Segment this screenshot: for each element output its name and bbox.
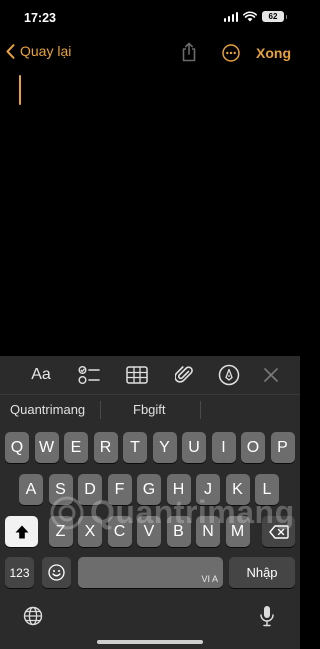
- battery-level: 62: [268, 12, 278, 21]
- back-button-label: Quay lại: [20, 43, 72, 59]
- nav-bar: Quay lại Xong: [0, 36, 300, 70]
- chevron-left-icon: [6, 43, 15, 59]
- close-icon[interactable]: [259, 363, 283, 387]
- suggestion-divider: [200, 401, 201, 419]
- key-u[interactable]: U: [182, 432, 206, 463]
- battery-indicator: 62: [262, 11, 287, 22]
- attachment-icon[interactable]: [172, 363, 196, 387]
- home-indicator: [97, 640, 203, 644]
- shift-arrow-icon: [15, 525, 28, 538]
- text-format-button[interactable]: Aa: [29, 363, 53, 387]
- return-key[interactable]: Nhập: [229, 557, 295, 588]
- key-o[interactable]: O: [241, 432, 265, 463]
- globe-icon[interactable]: [23, 606, 43, 626]
- watermark: Quantrimang: [50, 494, 295, 531]
- numbers-key[interactable]: 123: [5, 557, 34, 588]
- key-a[interactable]: A: [19, 474, 43, 505]
- key-i[interactable]: I: [211, 432, 236, 463]
- key-w[interactable]: W: [34, 432, 59, 463]
- suggestion-divider: [100, 401, 101, 419]
- wifi-icon: [243, 11, 257, 22]
- key-r[interactable]: R: [93, 432, 118, 463]
- done-button[interactable]: Xong: [256, 45, 291, 61]
- status-bar: 17:23 62: [0, 0, 300, 36]
- microphone-icon[interactable]: [259, 605, 275, 627]
- emoji-key[interactable]: [42, 557, 71, 588]
- status-time: 17:23: [24, 11, 56, 25]
- key-e[interactable]: E: [64, 432, 88, 463]
- back-button[interactable]: Quay lại: [6, 43, 71, 59]
- markup-pen-icon[interactable]: [217, 363, 241, 387]
- cellular-signal-icon: [223, 11, 238, 22]
- space-language-label: VI A: [201, 574, 218, 584]
- key-y[interactable]: Y: [152, 432, 177, 463]
- suggestion-1[interactable]: Quantrimang: [10, 402, 85, 417]
- emoji-icon: [48, 564, 65, 581]
- note-editor[interactable]: [0, 70, 300, 356]
- key-t[interactable]: T: [123, 432, 147, 463]
- status-indicators: 62: [223, 11, 287, 22]
- space-bar[interactable]: VI A: [78, 557, 223, 588]
- table-icon[interactable]: [125, 363, 149, 387]
- shift-key[interactable]: [5, 516, 38, 547]
- key-p[interactable]: P: [270, 432, 295, 463]
- more-options-icon[interactable]: [222, 44, 240, 62]
- suggestion-bar: Quantrimang Fbgift: [0, 394, 300, 424]
- watermark-text: Quantrimang: [90, 494, 295, 530]
- suggestion-2[interactable]: Fbgift: [133, 402, 166, 417]
- text-cursor: [19, 75, 21, 105]
- share-icon[interactable]: [181, 42, 197, 62]
- watermark-logo-icon: [50, 496, 84, 529]
- key-q[interactable]: Q: [5, 432, 29, 463]
- checklist-icon[interactable]: [77, 363, 101, 387]
- format-toolbar: Aa: [0, 356, 300, 394]
